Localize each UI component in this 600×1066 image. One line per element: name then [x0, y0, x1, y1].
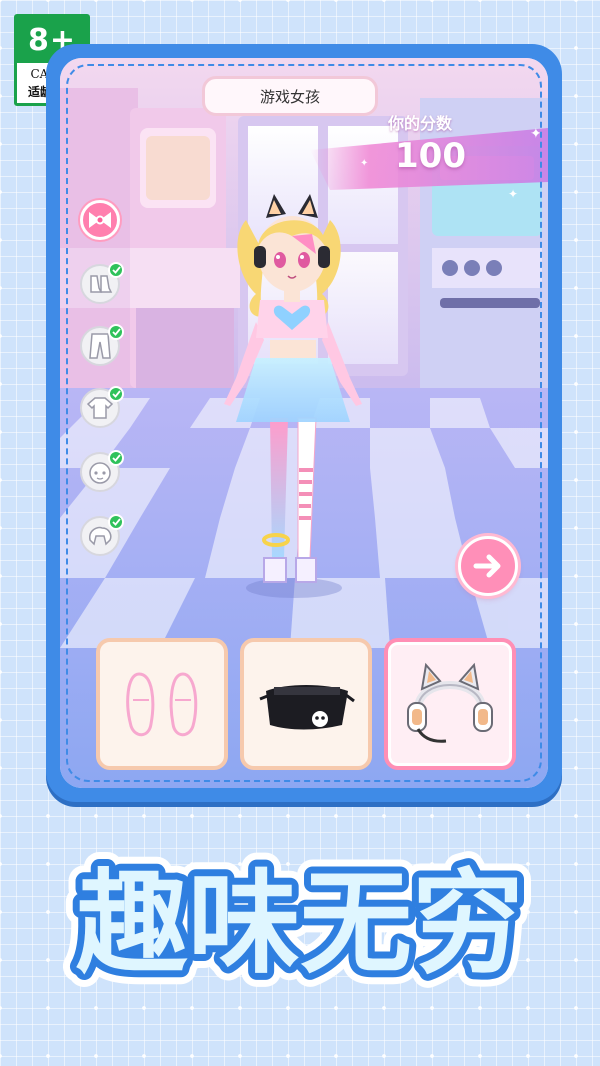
category-top-button[interactable]	[80, 386, 124, 428]
category-shoes-button[interactable]	[80, 262, 124, 304]
black-skirt-icon	[259, 685, 355, 730]
next-button[interactable]	[458, 536, 518, 596]
game-card: ✦ ✦ ✦ 游戏女孩 你的分数 100	[46, 44, 562, 802]
arrow-right-icon	[473, 554, 501, 578]
bow-icon	[89, 212, 111, 228]
headline-title: 趣味无穷	[76, 859, 524, 989]
item-option-cat-ear-headphones[interactable]	[384, 638, 516, 770]
score-panel: 你的分数 100	[350, 108, 548, 188]
category-pants-button[interactable]	[80, 324, 124, 366]
slippers-outline-icon	[126, 672, 198, 737]
shoes-icon	[90, 275, 113, 293]
svg-text:✦: ✦	[508, 187, 518, 201]
score-value: 100	[395, 136, 466, 176]
headline-banner: 趣味无穷 趣味无穷 趣味无穷	[62, 845, 538, 1003]
category-hair-button[interactable]	[80, 514, 124, 556]
item-option-slippers[interactable]	[96, 638, 228, 770]
dressup-scene: ✦ ✦ ✦ 游戏女孩 你的分数 100	[60, 58, 548, 788]
item-option-skirt[interactable]	[240, 638, 372, 770]
completed-check-icon	[108, 386, 124, 402]
completed-check-icon	[108, 324, 124, 340]
game-viewport: ✦ ✦ ✦ 游戏女孩 你的分数 100	[60, 58, 548, 788]
category-accessory-button[interactable]	[80, 200, 120, 240]
completed-check-icon	[108, 450, 124, 466]
completed-check-icon	[108, 262, 124, 278]
score-label: 你的分数	[388, 114, 453, 133]
completed-check-icon	[108, 514, 124, 530]
cat-ear-headphones-icon	[407, 662, 493, 743]
category-face-button[interactable]	[80, 450, 124, 492]
